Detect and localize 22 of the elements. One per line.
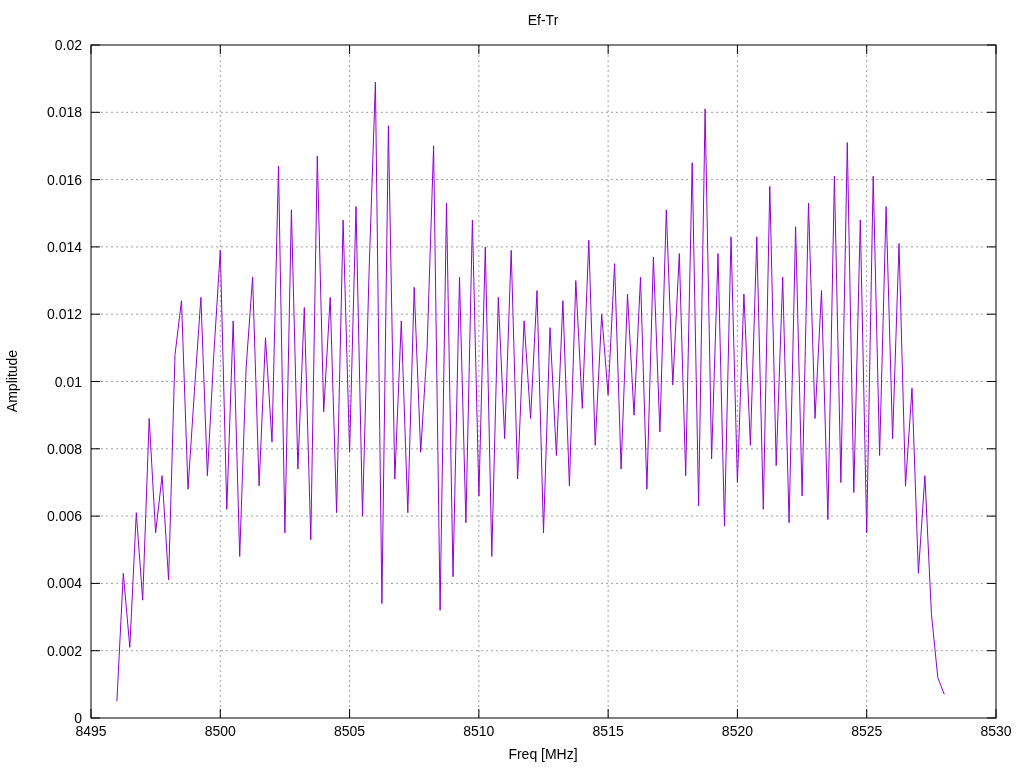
tick-label: 0.012	[46, 306, 82, 323]
tick-label: 0.02	[54, 37, 82, 53]
tick-label: 8525	[851, 723, 883, 739]
chart-title: Ef-Tr	[527, 12, 559, 28]
tick-label: 0.008	[46, 440, 82, 457]
tick-label: 8500	[204, 723, 236, 739]
tick-label: 8495	[75, 723, 107, 739]
tick-label: 8520	[721, 723, 753, 739]
tick-label: 0.018	[46, 104, 82, 121]
tick-label: 0.004	[46, 575, 82, 592]
axis-label: Freq [MHz]	[508, 746, 578, 762]
tick-label: 0.006	[46, 508, 82, 525]
tick-label: 0	[74, 710, 82, 726]
tick-label: 8505	[334, 723, 366, 739]
tick-label: 8510	[463, 723, 495, 739]
tick-label: 0.016	[46, 171, 82, 188]
tick-label: 0.002	[46, 642, 82, 659]
axis-label: Amplitude	[4, 349, 20, 413]
tick-label: 8530	[980, 723, 1012, 739]
tick-label: 8515	[592, 723, 624, 739]
tick-label: 0.01	[54, 373, 82, 390]
tick-label: 0.014	[46, 238, 82, 255]
